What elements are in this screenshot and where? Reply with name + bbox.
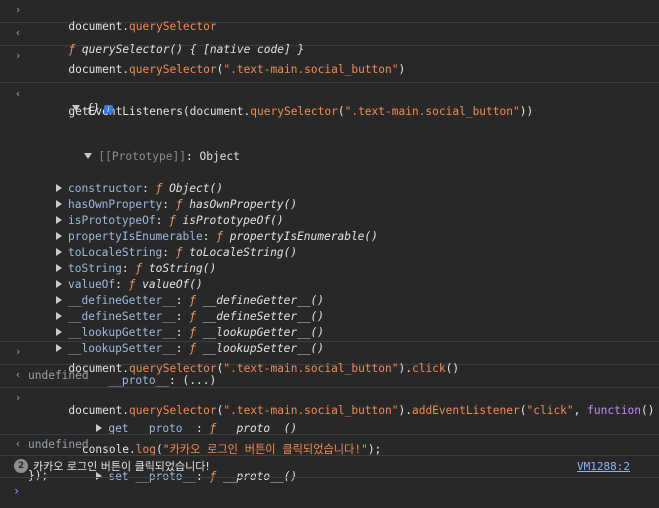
info-icon[interactable]: i: [103, 104, 113, 114]
function-keyword: ƒ: [189, 326, 197, 339]
expand-arrow-icon[interactable]: [56, 280, 62, 288]
console-object-tree: ‹ {} i [[Prototype]]: Object constructor:…: [0, 83, 659, 483]
console-prompt[interactable]: ›: [0, 478, 659, 508]
console-input-entry[interactable]: › document.querySelector(".text-main.soc…: [0, 342, 659, 375]
property-key: __lookupGetter__: [68, 326, 176, 339]
property-value: toString(): [148, 262, 217, 275]
expand-arrow-icon[interactable]: [56, 216, 62, 224]
code-token: ): [398, 63, 406, 76]
tree-node-member[interactable]: __defineGetter__: ƒ __defineGetter__(): [0, 293, 659, 309]
function-keyword: ƒ: [128, 278, 136, 291]
expand-arrow-icon[interactable]: [56, 200, 62, 208]
keyword-token: function: [587, 404, 642, 417]
property-value: __defineGetter__(): [202, 294, 325, 307]
prototype-label: [[Prototype]]: [98, 150, 186, 163]
string-literal: "click": [526, 404, 574, 417]
console-input-entry[interactable]: › document.querySelector(".text-main.soc…: [0, 46, 659, 118]
code-token: ,: [573, 404, 588, 417]
undefined-value: undefined: [28, 369, 89, 382]
expand-arrow-icon[interactable]: [56, 232, 62, 240]
function-keyword: ƒ: [189, 310, 197, 323]
property-value: Object(): [169, 182, 223, 195]
console-output-entry[interactable]: ‹ undefined: [0, 435, 659, 456]
string-literal: ".text-main.social_button": [223, 63, 399, 76]
code-token: document.: [68, 63, 130, 76]
function-keyword: ƒ: [216, 230, 223, 243]
property-value: isPrototypeOf(): [182, 214, 284, 227]
function-keyword: ƒ: [155, 182, 163, 195]
function-keyword: ƒ: [175, 246, 183, 259]
tree-node-member[interactable]: isPrototypeOf: ƒ isPrototypeOf(): [0, 213, 659, 229]
undefined-value: undefined: [28, 438, 89, 451]
tree-node-member[interactable]: __defineSetter__: ƒ __defineSetter__(): [0, 309, 659, 325]
property-value: __defineSetter__(): [202, 310, 325, 323]
property-key: __defineSetter__: [68, 310, 176, 323]
code-token: (: [519, 404, 527, 417]
console-input-entry[interactable]: › document.querySelector: [0, 0, 659, 33]
object-preview: {}: [86, 102, 100, 115]
console-output-entry[interactable]: ‹ undefined: [0, 365, 659, 388]
function-keyword: ƒ: [175, 198, 183, 211]
tree-node-member[interactable]: propertyIsEnumerable: ƒ propertyIsEnumer…: [0, 229, 659, 245]
console-input-entry[interactable]: › document.querySelector(".text-main.soc…: [0, 388, 659, 482]
tree-node-member[interactable]: toLocaleString: ƒ toLocaleString(): [0, 245, 659, 261]
property-value: __lookupGetter__(): [202, 326, 325, 339]
function-keyword: ƒ: [135, 262, 143, 275]
source-link[interactable]: VM1288:2: [577, 460, 630, 473]
code-token: querySelector: [129, 404, 217, 417]
property-key: toLocaleString: [68, 246, 163, 259]
tree-node-member[interactable]: constructor: ƒ Object(): [0, 181, 659, 197]
code-token: () {: [641, 404, 655, 417]
expand-arrow-icon[interactable]: [56, 264, 62, 272]
property-key: valueOf: [68, 278, 116, 291]
function-keyword: ƒ: [189, 294, 197, 307]
expand-arrow-icon[interactable]: [56, 312, 62, 320]
code-token: document.: [68, 404, 130, 417]
tree-node-member[interactable]: toString: ƒ toString(): [0, 261, 659, 277]
code-token: ).: [398, 404, 412, 417]
devtools-console: › document.querySelector ‹ ƒ querySelect…: [0, 0, 659, 498]
tree-node-member[interactable]: valueOf: ƒ valueOf(): [0, 277, 659, 293]
prototype-value: : Object: [185, 150, 240, 163]
property-value: valueOf(): [142, 278, 203, 291]
expand-arrow-icon[interactable]: [56, 328, 62, 336]
log-message-text: 카카오 로그인 버튼이 클릭되었습니다!: [33, 460, 210, 473]
expand-arrow-icon[interactable]: [56, 184, 62, 192]
prompt-chevron-icon: ›: [13, 484, 21, 498]
property-value: toLocaleString(): [189, 246, 298, 259]
property-key: constructor: [68, 182, 143, 195]
tree-root[interactable]: {} i: [0, 85, 659, 133]
expand-arrow-icon[interactable]: [84, 153, 93, 159]
property-key: __defineGetter__: [68, 294, 176, 307]
tree-node-prototype[interactable]: [[Prototype]]: Object: [0, 133, 659, 181]
tree-node-member[interactable]: __lookupGetter__: ƒ __lookupGetter__(): [0, 325, 659, 341]
function-keyword: ƒ: [169, 214, 176, 227]
string-literal: ".text-main.social_button": [223, 404, 399, 417]
expand-arrow-icon[interactable]: [56, 248, 62, 256]
tree-node-member[interactable]: hasOwnProperty: ƒ hasOwnProperty(): [0, 197, 659, 213]
expand-arrow-icon[interactable]: [56, 296, 62, 304]
console-log-message[interactable]: 2 카카오 로그인 버튼이 클릭되었습니다! VM1288:2: [0, 456, 659, 478]
code-token: querySelector: [129, 63, 217, 76]
code-token: addEventListener: [411, 404, 520, 417]
console-output-entry[interactable]: ‹ ƒ querySelector() { [native code] }: [0, 23, 659, 56]
property-key: propertyIsEnumerable: [68, 230, 203, 243]
property-key: hasOwnProperty: [68, 198, 163, 211]
expand-arrow-icon[interactable]: [72, 105, 81, 111]
property-key: toString: [68, 262, 122, 275]
property-key: isPrototypeOf: [68, 214, 156, 227]
property-value: propertyIsEnumerable(): [229, 230, 378, 243]
property-value: hasOwnProperty(): [189, 198, 298, 211]
